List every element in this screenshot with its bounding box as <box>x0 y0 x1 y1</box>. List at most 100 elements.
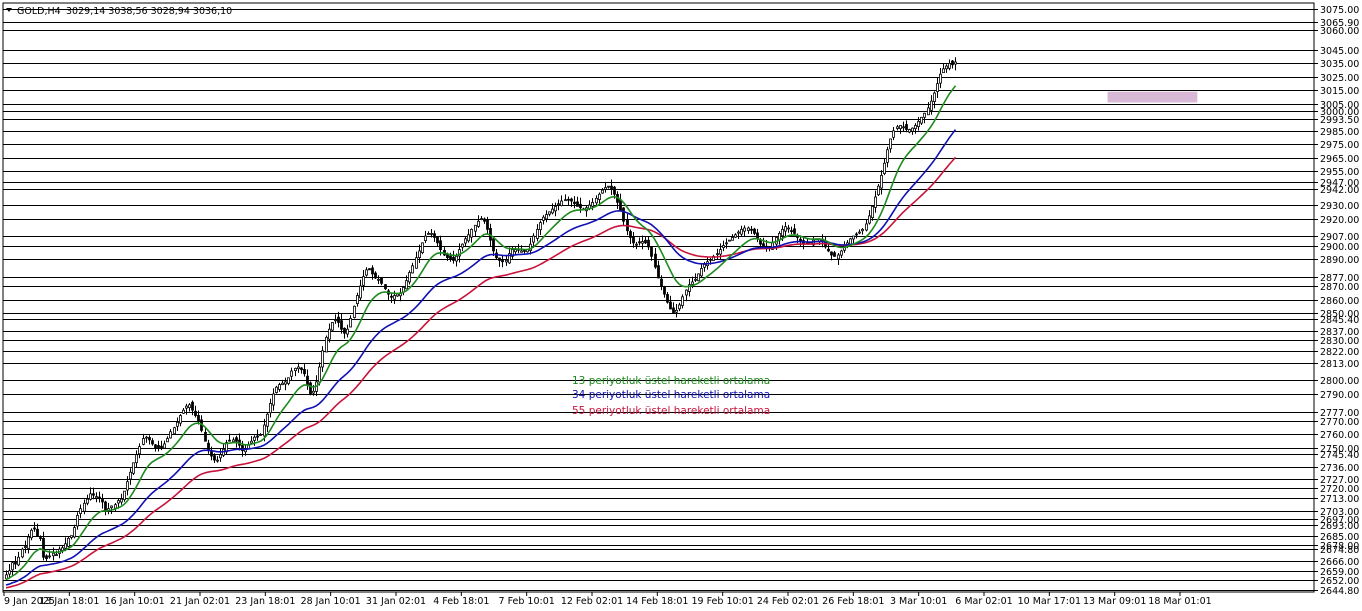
candle-body <box>899 125 902 130</box>
candle-body <box>138 446 141 455</box>
candle-body <box>719 249 722 255</box>
candle-body <box>467 234 470 242</box>
candle-body <box>272 393 275 406</box>
candle-body <box>228 439 231 442</box>
candle-body <box>905 124 908 130</box>
candle-body <box>427 233 430 235</box>
candle-body <box>728 239 731 242</box>
candle-body <box>191 401 194 411</box>
candle-body <box>678 304 681 310</box>
candle-body <box>477 220 480 227</box>
candle-body <box>675 309 678 313</box>
x-tick-label: 31 Jan 02:01 <box>366 596 426 607</box>
candle-body <box>95 496 98 499</box>
candle-body <box>250 440 253 444</box>
candle-body <box>554 206 557 212</box>
candle-body <box>911 127 914 132</box>
candles <box>5 57 957 581</box>
candle-body <box>564 199 567 202</box>
candle-body <box>325 336 328 353</box>
candle-body <box>346 328 349 335</box>
candle-body <box>182 409 185 414</box>
candle-body <box>405 280 408 290</box>
candle-body <box>486 219 489 230</box>
candle-body <box>452 256 455 261</box>
price-axis[interactable]: 3075.003065.903060.003045.003035.003025.… <box>1313 3 1359 597</box>
candle-body <box>560 200 563 207</box>
candle-body <box>840 250 843 256</box>
candle-body <box>55 554 58 556</box>
candle-body <box>610 185 613 190</box>
candle-body <box>430 233 433 235</box>
candle-body <box>380 278 383 284</box>
candle-body <box>24 546 27 549</box>
candle-body <box>173 427 176 435</box>
candle-body <box>123 490 126 501</box>
candle-body <box>39 537 42 539</box>
candle-body <box>135 454 138 464</box>
candle-body <box>30 529 33 539</box>
candle-body <box>638 241 641 244</box>
candle-body <box>83 502 86 512</box>
candle-body <box>232 439 235 443</box>
y-tick-label: 2713.00 <box>1320 494 1359 505</box>
candle-body <box>179 415 182 424</box>
candle-body <box>154 444 157 449</box>
y-tick-label: 2993.50 <box>1320 115 1359 126</box>
candle-body <box>455 255 458 262</box>
candle-body <box>418 250 421 258</box>
x-tick-label: 28 Jan 10:01 <box>301 596 361 607</box>
candle-body <box>787 227 790 230</box>
candle-body <box>64 543 67 549</box>
candle-body <box>542 216 545 221</box>
candle-body <box>86 498 89 504</box>
candle-body <box>933 92 936 102</box>
candle-body <box>861 228 864 232</box>
candle-body <box>266 413 269 427</box>
y-tick-label: 2920.00 <box>1320 215 1359 226</box>
y-tick-label: 2736.00 <box>1320 463 1359 474</box>
y-tick-label: 2745.40 <box>1320 450 1359 461</box>
candle-body <box>309 382 312 395</box>
candle-body <box>129 471 132 480</box>
candle-body <box>697 273 700 282</box>
y-tick-label: 2955.00 <box>1320 167 1359 178</box>
y-tick-label: 3060.00 <box>1320 26 1359 37</box>
candle-body <box>371 267 374 275</box>
x-tick-label: 10 Mar 17:01 <box>1018 596 1081 607</box>
candle-body <box>747 227 750 231</box>
candle-body <box>331 322 334 331</box>
candle-body <box>132 462 135 474</box>
candle-body <box>73 527 76 538</box>
candle-body <box>312 390 315 394</box>
candle-body <box>681 296 684 306</box>
x-tick-label: 18 Mar 01:01 <box>1148 596 1211 607</box>
candle-body <box>874 196 877 208</box>
candle-body <box>917 121 920 128</box>
y-tick-label: 2985.00 <box>1320 127 1359 138</box>
candle-body <box>294 367 297 372</box>
y-tick-label: 2760.00 <box>1320 430 1359 441</box>
candle-body <box>883 162 886 174</box>
candle-body <box>641 241 644 244</box>
candle-body <box>374 272 377 279</box>
candle-body <box>337 316 340 323</box>
candle-body <box>216 459 219 462</box>
candle-body <box>573 201 576 205</box>
candle-body <box>36 528 39 537</box>
candle-body <box>833 252 836 257</box>
candle-body <box>725 242 728 245</box>
time-axis[interactable]: 9 Jan 202513 Jan 18:01 16 Jan 10:01 21 Jan… <box>3 592 1212 607</box>
candle-body <box>42 537 45 558</box>
candle-body <box>235 437 238 442</box>
candle-body <box>536 228 539 239</box>
y-tick-label: 2845.40 <box>1320 315 1359 326</box>
candle-body <box>151 440 154 445</box>
candle-body <box>892 130 895 138</box>
candle-body <box>334 319 337 322</box>
candle-body <box>896 126 899 129</box>
candle-body <box>33 527 36 530</box>
candle-body <box>694 278 697 281</box>
x-tick-label: 3 Mar 10:01 <box>890 596 947 607</box>
resistance-zone-layer <box>1107 91 1198 103</box>
